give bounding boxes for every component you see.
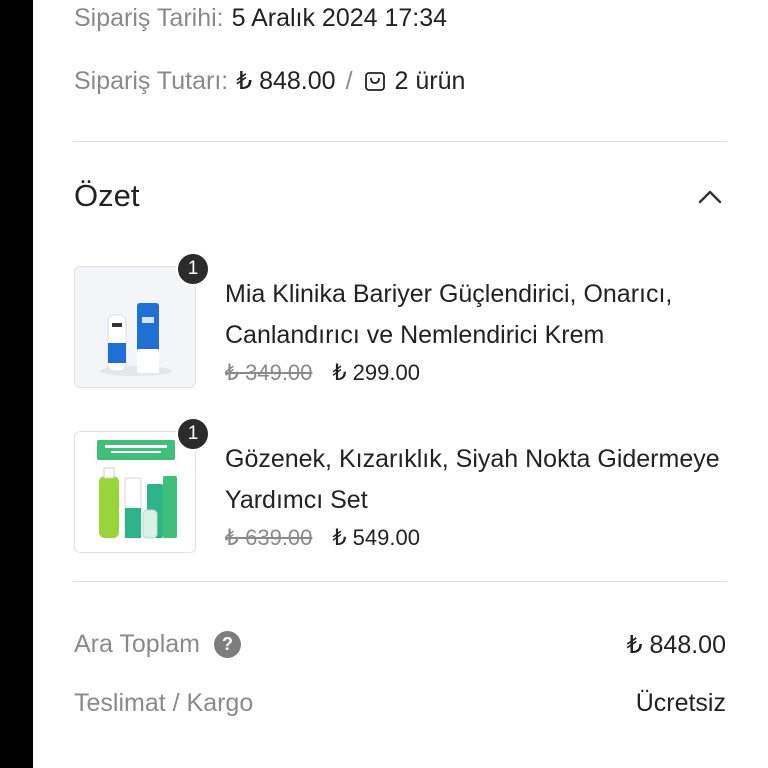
quantity-badge: 1	[176, 252, 210, 286]
shopping-bag-icon	[364, 72, 385, 91]
product-name[interactable]: Mia Klinika Bariyer Güçlendirici, Onarıc…	[225, 274, 745, 356]
items-count: 2 ürün	[394, 66, 466, 95]
current-price: ₺ 549.00	[332, 525, 420, 550]
product-thumbnail[interactable]	[74, 431, 196, 553]
current-price: ₺ 299.00	[332, 360, 420, 385]
order-date-row: Sipariş Tarihi: 5 Aralık 2024 17:34	[74, 4, 447, 33]
old-price: ₺ 639.00	[225, 525, 313, 550]
subtotal-label: Ara Toplam	[74, 630, 200, 658]
order-date-label: Sipariş Tarihi:	[74, 4, 224, 32]
list-item[interactable]: 1 Mia Klinika Bariyer Güçlendirici, Onar…	[74, 252, 734, 390]
quantity-badge: 1	[176, 417, 210, 451]
old-price: ₺ 349.00	[225, 360, 313, 385]
order-amount-value: ₺ 848.00	[236, 67, 336, 95]
order-amount-label: Sipariş Tutarı:	[74, 66, 229, 95]
shipping-value: Ücretsiz	[635, 689, 726, 717]
list-item[interactable]: 1 Gözenek, Kızarıklık, Siyah Nokta Gider…	[74, 417, 734, 555]
order-date-value: 5 Aralık 2024 17:34	[231, 4, 448, 32]
product-name[interactable]: Gözenek, Kızarıklık, Siyah Nokta Giderme…	[225, 439, 745, 521]
subtotal-row: Ara Toplam ?	[74, 630, 241, 659]
price-row: ₺ 349.00 ₺ 299.00	[225, 360, 420, 386]
help-icon[interactable]: ?	[214, 631, 241, 658]
order-detail-sheet: Sipariş Tarihi: 5 Aralık 2024 17:34 Sipa…	[33, 0, 768, 768]
skincare-set-image	[75, 432, 195, 552]
product-thumbnail[interactable]	[74, 266, 196, 388]
amount-separator: /	[345, 66, 353, 95]
subtotal-value: ₺ 848.00	[626, 631, 726, 659]
shipping-label: Teslimat / Kargo	[74, 689, 254, 717]
divider-top	[73, 141, 727, 142]
order-amount-row: Sipariş Tutarı: ₺ 848.00 / 2 ürün	[74, 66, 465, 96]
chevron-up-icon[interactable]	[697, 186, 723, 208]
price-row: ₺ 639.00 ₺ 549.00	[225, 525, 420, 551]
divider-bottom	[73, 581, 727, 582]
cream-product-image	[75, 267, 195, 387]
summary-title: Özet	[74, 178, 140, 213]
